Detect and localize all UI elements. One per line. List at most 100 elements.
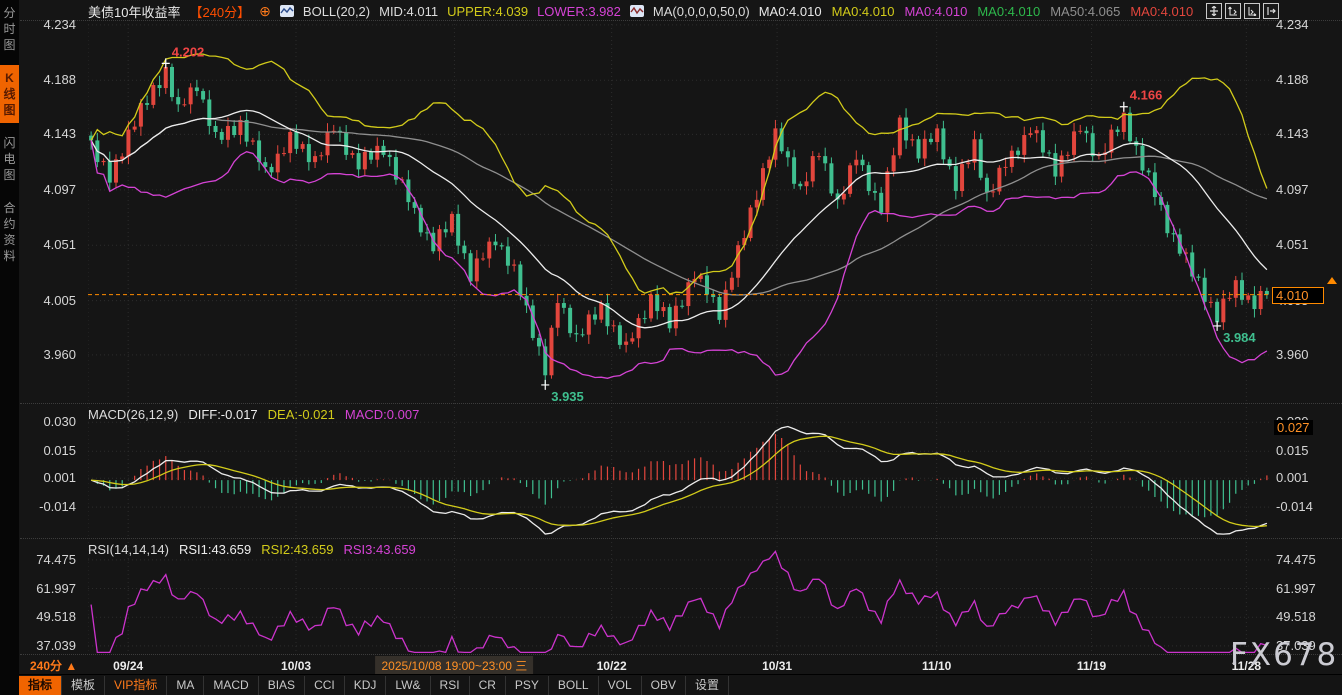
scale-left-axis-icon[interactable] — [1225, 3, 1241, 19]
separator-macd — [20, 403, 1342, 404]
ma-value-1: MA0:4.010 — [832, 4, 895, 19]
macd-macd-value: MACD:0.007 — [345, 407, 419, 422]
price-arrow-icon — [1327, 277, 1337, 284]
toolbar-item-vol[interactable]: VOL — [599, 676, 642, 695]
toolbar-item-ma[interactable]: MA — [167, 676, 204, 695]
y-axis-label: 0.015 — [1276, 443, 1309, 458]
separator-rsi — [20, 538, 1342, 539]
y-axis-label: 4.188 — [1276, 72, 1309, 87]
y-axis-label: 61.997 — [1276, 581, 1316, 596]
rsi-panel-header: RSI(14,14,14) RSI1:43.659 RSI2:43.659 RS… — [88, 542, 416, 557]
boll-label: BOLL(20,2) — [303, 4, 370, 19]
left-sidebar: 分时图 K线图闪电图合约资料 — [0, 0, 19, 695]
x-axis-date-label: 10/31 — [762, 659, 792, 673]
svg-text:3.935: 3.935 — [551, 389, 584, 403]
sidebar-tab-flash-chart[interactable]: 闪电图 — [0, 130, 19, 188]
bottom-toolbar: 指标模板VIP指标MAMACDBIASCCIKDJLW&RSICRPSYBOLL… — [19, 674, 1342, 695]
y-axis-label: 4.005 — [18, 293, 76, 308]
toolbar-item-boll[interactable]: BOLL — [549, 676, 599, 695]
y-axis-label: 0.001 — [1276, 470, 1309, 485]
toolbar-item-obv[interactable]: OBV — [642, 676, 686, 695]
x-axis-row: 240分 ▲ — [19, 654, 1342, 674]
x-axis-date-label: 11/19 — [1077, 659, 1106, 673]
toolbar-item-template[interactable]: 模板 — [62, 676, 105, 695]
y-axis-label: 0.001 — [18, 470, 76, 485]
y-axis-label: -0.014 — [1276, 499, 1313, 514]
y-axis-label: 0.015 — [18, 443, 76, 458]
rsi3-value: RSI3:43.659 — [344, 542, 416, 557]
rsi2-value: RSI2:43.659 — [261, 542, 333, 557]
period-tag[interactable]: 【240分】 — [189, 2, 250, 21]
toolbar-item-psy[interactable]: PSY — [506, 676, 549, 695]
y-axis-label: 4.097 — [1276, 182, 1309, 197]
macd-current-badge: 0.027 — [1274, 420, 1313, 435]
chart-header: 美债10年收益率 【240分】 ⊕ BOLL(20,2) MID:4.011 U… — [88, 2, 1193, 20]
y-axis-label: 49.518 — [18, 609, 76, 624]
toolbar-item-kdj[interactable]: KDJ — [345, 676, 387, 695]
svg-text:3.984: 3.984 — [1223, 330, 1256, 345]
y-axis-label: 37.039 — [18, 638, 76, 653]
fit-chart-icon[interactable] — [1206, 3, 1222, 19]
ma-value-4: MA50:4.065 — [1050, 4, 1120, 19]
y-axis-label: 49.518 — [1276, 609, 1316, 624]
y-axis-label: -0.014 — [18, 499, 76, 514]
svg-text:4.166: 4.166 — [1130, 88, 1163, 103]
highlighted-date-range: 2025/10/08 19:00~23:00 三 — [376, 656, 534, 675]
y-axis-label: 0.030 — [18, 414, 76, 429]
separator-xaxis — [20, 654, 1342, 655]
boll-upper-value: UPPER:4.039 — [447, 4, 528, 19]
boll-legend-icon — [280, 5, 294, 17]
boll-mid-value: MID:4.011 — [379, 4, 438, 19]
svg-text:4.202: 4.202 — [172, 44, 205, 59]
sidebar-tab-kline-chart[interactable]: K线图 — [0, 65, 19, 123]
ma-value-0: MA0:4.010 — [759, 4, 822, 19]
macd-diff-value: DIFF:-0.017 — [188, 407, 257, 422]
current-price-badge: 4.010 — [1272, 287, 1324, 304]
y-axis-label: 4.097 — [18, 182, 76, 197]
shift-forward-icon[interactable] — [1263, 3, 1279, 19]
symbol-title: 美债10年收益率 — [88, 2, 180, 21]
y-axis-label: 4.051 — [1276, 237, 1309, 252]
watermark: FX678 — [1230, 637, 1338, 673]
y-axis-label: 4.143 — [1276, 126, 1309, 141]
x-axis-date-label: 11/10 — [922, 659, 951, 673]
y-axis-label: 3.960 — [1276, 347, 1309, 362]
x-axis-date-label: 09/24 — [113, 659, 143, 673]
y-axis-label: 74.475 — [18, 552, 76, 567]
toolbar-item-cci[interactable]: CCI — [305, 676, 345, 695]
toolbar-item-lwr[interactable]: LW& — [386, 676, 430, 695]
y-axis-label: 4.051 — [18, 237, 76, 252]
macd-label: MACD(26,12,9) — [88, 407, 178, 422]
macd-chart[interactable] — [88, 403, 1270, 538]
ma-values-group: MA0:4.010 MA0:4.010 MA0:4.010 MA0:4.010 MA50… — [759, 4, 1193, 19]
toolbar-item-bias[interactable]: BIAS — [259, 676, 305, 695]
toolbar-item-indicator[interactable]: 指标 — [19, 676, 62, 695]
x-axis-date-label: 10/22 — [597, 659, 627, 673]
y-axis-label: 61.997 — [18, 581, 76, 596]
ma-value-5: MA0:4.010 — [1130, 4, 1193, 19]
boll-lower-value: LOWER:3.982 — [537, 4, 621, 19]
rsi-label: RSI(14,14,14) — [88, 542, 169, 557]
sidebar-tab-time-chart[interactable]: 分时图 — [0, 0, 19, 58]
y-axis-label: 4.234 — [1276, 17, 1309, 32]
ma-legend-icon — [630, 5, 644, 17]
y-axis-label: 3.960 — [18, 347, 76, 362]
y-axis-label: 4.143 — [18, 126, 76, 141]
scale-right-axis-icon[interactable] — [1244, 3, 1260, 19]
y-axis-label: 4.188 — [18, 72, 76, 87]
sidebar-tab-contract-info[interactable]: 合约资料 — [0, 195, 19, 269]
toolbar-item-macd[interactable]: MACD — [204, 676, 258, 695]
add-indicator-icon[interactable]: ⊕ — [259, 4, 271, 18]
ma-value-3: MA0:4.010 — [977, 4, 1040, 19]
timeframe-label[interactable]: 240分 ▲ — [30, 657, 77, 674]
toolbar-item-rsi[interactable]: RSI — [431, 676, 470, 695]
toolbar-item-vip-indicator[interactable]: VIP指标 — [105, 676, 167, 695]
rsi1-value: RSI1:43.659 — [179, 542, 251, 557]
price-chart[interactable]: 4.202 4.166 3.935 3.984 — [88, 20, 1270, 403]
y-axis-label: 4.234 — [18, 17, 76, 32]
trading-app-window: 分时图 K线图闪电图合约资料 美债10年收益率 【240分】 ⊕ BOLL(20,… — [0, 0, 1342, 695]
toolbar-item-cr[interactable]: CR — [470, 676, 506, 695]
ma-value-2: MA0:4.010 — [904, 4, 967, 19]
toolbar-item-settings[interactable]: 设置 — [686, 676, 729, 695]
y-axis-label: 74.475 — [1276, 552, 1316, 567]
